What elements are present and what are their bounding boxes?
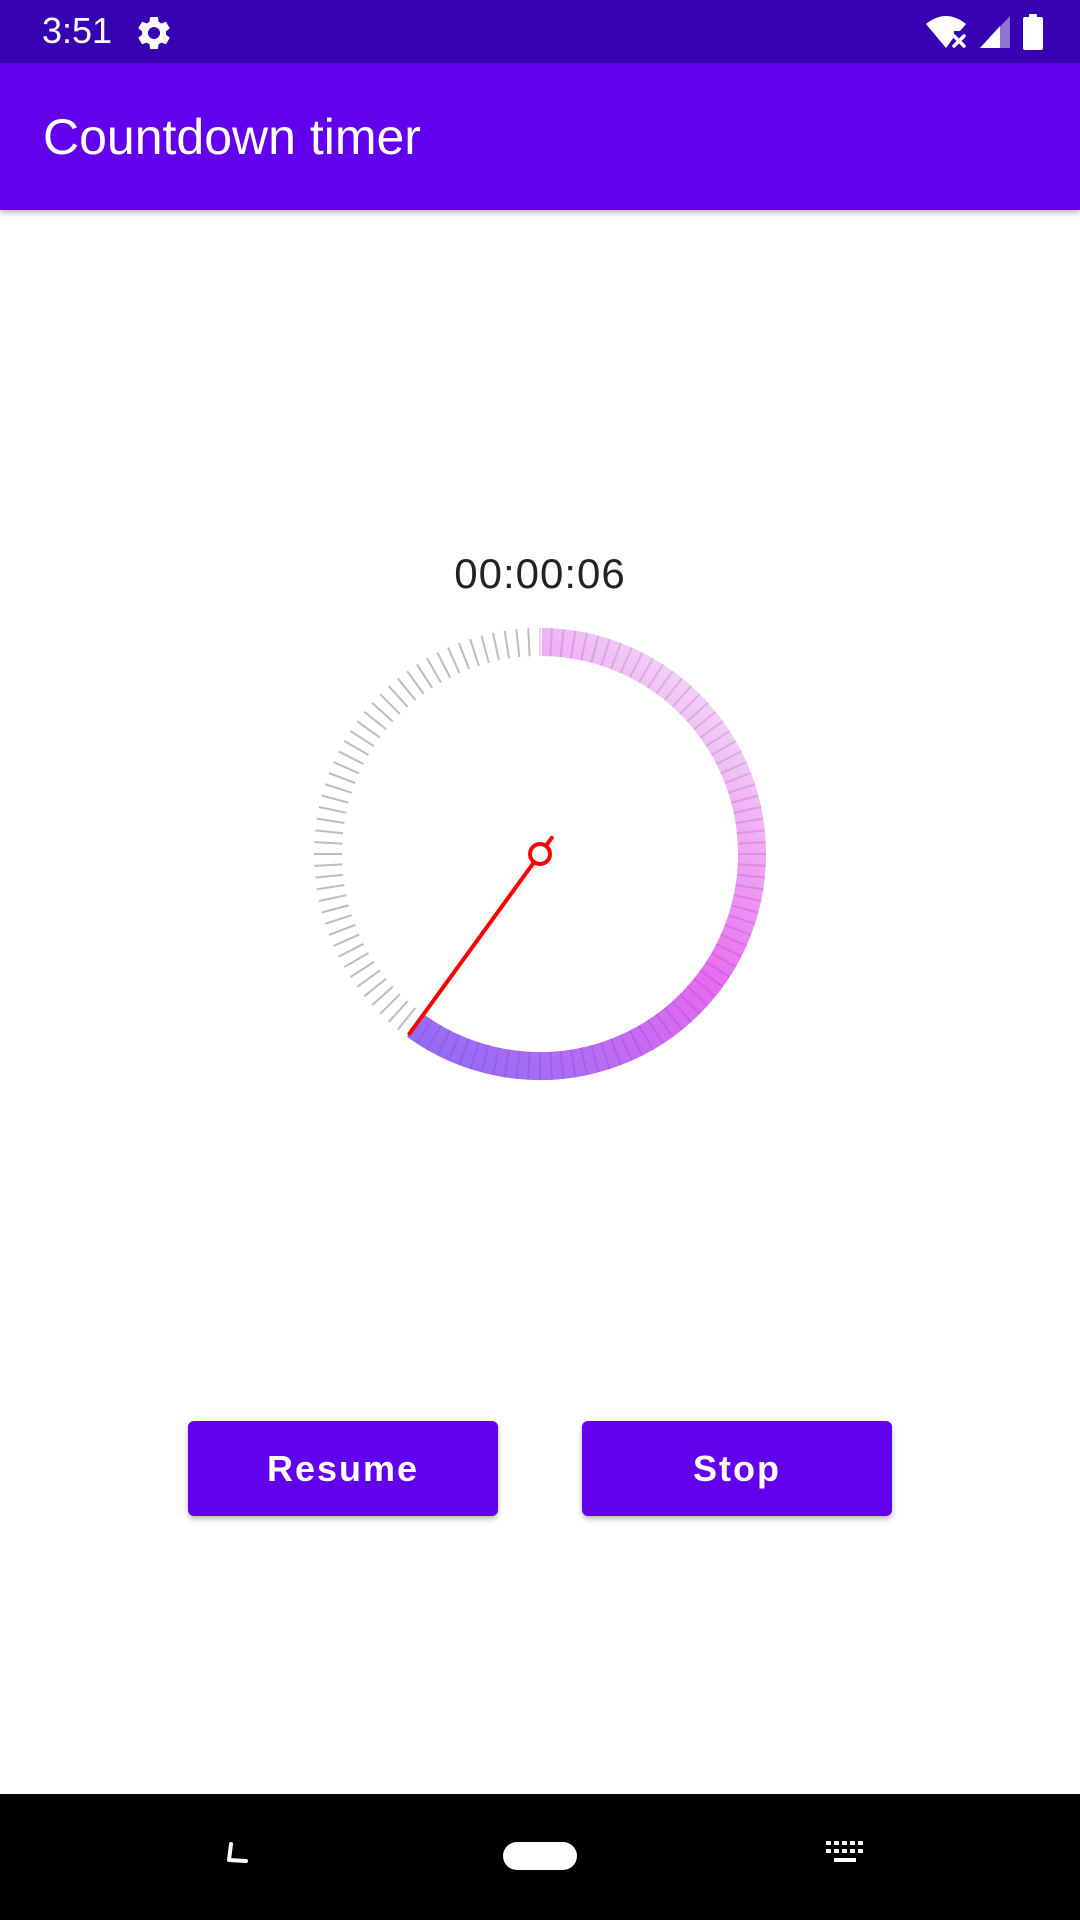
countdown-dial xyxy=(314,628,766,1080)
stop-button[interactable]: Stop xyxy=(582,1421,892,1516)
remaining-arc-band xyxy=(407,628,766,1080)
battery-icon xyxy=(1023,14,1043,50)
timer-readout: 00:00:06 xyxy=(454,550,626,597)
elapsed-tick xyxy=(379,693,401,715)
timer-hand-line xyxy=(407,835,554,1036)
elapsed-tick xyxy=(371,985,394,1006)
navigation-bar xyxy=(0,1794,1080,1920)
wifi-no-internet-icon xyxy=(926,16,966,48)
elapsed-tick xyxy=(416,663,434,689)
elapsed-tick xyxy=(333,933,360,947)
elapsed-tick xyxy=(349,730,375,748)
elapsed-tick xyxy=(356,969,381,988)
timer-hand[interactable] xyxy=(407,835,554,1036)
elapsed-tick xyxy=(343,740,370,756)
elapsed-tick xyxy=(492,632,500,661)
app-bar: Countdown timer xyxy=(0,63,1080,210)
keyboard-icon[interactable] xyxy=(824,1838,868,1870)
elapsed-tick xyxy=(388,685,409,708)
elapsed-tick xyxy=(318,894,347,902)
elapsed-tick xyxy=(503,630,511,659)
elapsed-tick xyxy=(316,883,345,891)
elapsed-tick xyxy=(436,652,452,679)
cell-signal-icon xyxy=(980,16,1010,48)
elapsed-tick xyxy=(343,952,370,968)
elapsed-tick xyxy=(324,783,352,794)
elapsed-tick xyxy=(318,806,347,814)
elapsed-tick xyxy=(356,720,381,739)
status-bar: 3:51 xyxy=(0,0,1080,63)
elapsed-tick xyxy=(314,841,343,845)
elapsed-tick xyxy=(515,629,521,658)
elapsed-tick xyxy=(426,657,442,684)
elapsed-tick xyxy=(469,638,480,666)
app-title: Countdown timer xyxy=(43,109,421,165)
elapsed-tick xyxy=(338,750,365,766)
elapsed-tick xyxy=(480,635,490,664)
elapsed-tick xyxy=(406,670,425,695)
screen: 3:51 Countdown timer 00:00:06 Resume Sto… xyxy=(0,0,1080,1920)
elapsed-tick xyxy=(321,904,350,914)
status-time: 3:51 xyxy=(42,10,113,51)
resume-button[interactable]: Resume xyxy=(188,1421,498,1516)
elapsed-tick xyxy=(321,794,350,804)
elapsed-tick xyxy=(379,993,401,1015)
elapsed-tick xyxy=(371,702,394,723)
elapsed-tick xyxy=(328,772,356,784)
elapsed-tick xyxy=(447,647,461,674)
remaining-time-arc xyxy=(407,628,766,1080)
elapsed-tick xyxy=(363,977,387,998)
elapsed-tick xyxy=(388,1000,409,1023)
elapsed-tick xyxy=(314,863,343,867)
elapsed-tick xyxy=(333,761,360,775)
elapsed-tick xyxy=(315,873,344,879)
elapsed-tick xyxy=(328,924,356,936)
elapsed-tick xyxy=(315,829,344,835)
elapsed-tick xyxy=(338,942,365,958)
elapsed-tick xyxy=(324,914,352,925)
elapsed-tick xyxy=(458,642,470,670)
status-icons xyxy=(924,12,1044,52)
back-icon[interactable] xyxy=(222,1836,258,1872)
elapsed-tick xyxy=(396,677,417,701)
elapsed-tick xyxy=(349,960,375,978)
elapsed-tick xyxy=(363,710,387,731)
timer-hand-pivot xyxy=(528,842,552,866)
elapsed-tick xyxy=(527,628,531,657)
elapsed-tick xyxy=(316,817,345,825)
home-pill-icon[interactable] xyxy=(503,1842,577,1870)
settings-gear-icon xyxy=(138,16,170,49)
